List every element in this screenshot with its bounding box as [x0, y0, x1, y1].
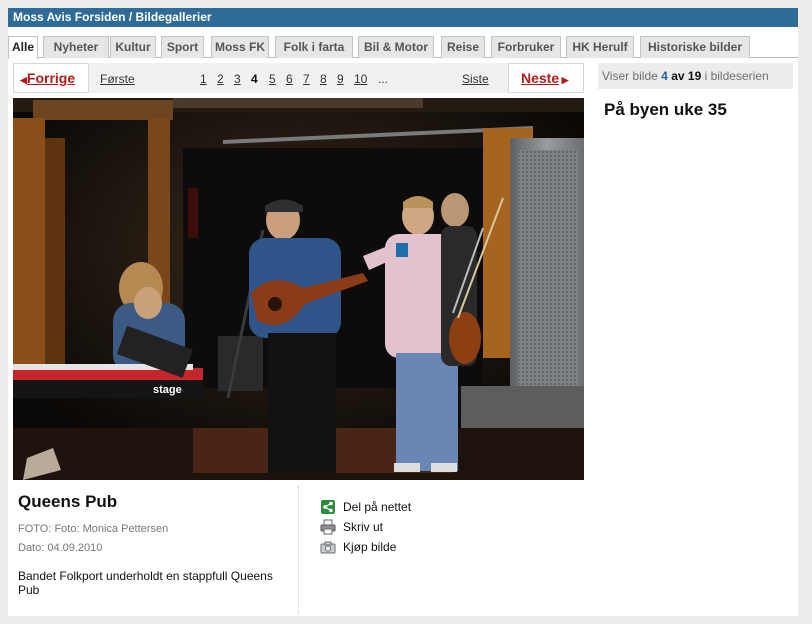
tab-nyheter[interactable]: Nyheter — [43, 36, 109, 58]
gallery-photo[interactable]: stage — [13, 98, 584, 480]
breadcrumb-home-link[interactable]: Moss Avis Forsiden — [13, 10, 125, 24]
arrow-right-icon: ▶ — [559, 75, 569, 85]
tab-historiske-bilder[interactable]: Historiske bilder — [640, 36, 750, 58]
page-link-5[interactable]: 5 — [269, 72, 276, 86]
counter-of: av — [671, 69, 685, 83]
gallery-frame: Moss Avis Forsiden / Bildegallerier Alle… — [8, 8, 798, 616]
page-current-4: 4 — [251, 72, 258, 86]
buy-photo-label: Kjøp bilde — [343, 540, 397, 554]
tab-hk-herulf[interactable]: HK Herulf — [566, 36, 634, 58]
previous-button[interactable]: ◀Forrige — [13, 63, 89, 93]
last-page-link[interactable]: Siste — [462, 72, 489, 86]
next-button[interactable]: Neste ▶ — [508, 63, 584, 93]
page-link-10[interactable]: 10 — [354, 72, 367, 86]
photo-date: Dato: 04.09.2010 — [18, 542, 103, 554]
printer-icon — [320, 519, 336, 535]
previous-label: Forrige — [26, 70, 76, 86]
band-photo-illustration: stage — [13, 98, 584, 480]
page-link-1[interactable]: 1 — [200, 72, 207, 86]
tab-bil-motor[interactable]: Bil & Motor — [358, 36, 434, 58]
share-online-label: Del på nettet — [343, 500, 412, 514]
counter-total: 19 — [687, 69, 702, 83]
image-counter: Viser bilde 4 av 19 i bildeserien — [598, 63, 793, 89]
page-link-9[interactable]: 9 — [337, 72, 344, 86]
page-link-3[interactable]: 3 — [234, 72, 241, 86]
buy-photo-icon — [320, 541, 336, 554]
tab-forbruker[interactable]: Forbruker — [491, 36, 561, 58]
next-label: Neste — [521, 70, 560, 86]
category-tabs: Alle Nyheter Kultur Sport Moss FK Folk i… — [8, 36, 798, 59]
pagination-ellipsis: ... — [378, 72, 389, 86]
page-link-6[interactable]: 6 — [286, 72, 293, 86]
arrow-left-icon: ◀ — [20, 75, 27, 85]
photo-title: Queens Pub — [18, 492, 118, 511]
page-link-7[interactable]: 7 — [303, 72, 310, 86]
breadcrumb-current[interactable]: Bildegallerier — [136, 10, 212, 24]
tab-alle[interactable]: Alle — [8, 36, 38, 59]
first-page-link[interactable]: Første — [100, 72, 135, 86]
counter-current: 4 — [661, 69, 668, 83]
counter-suffix: i bildeserien — [704, 69, 769, 83]
tab-kultur[interactable]: Kultur — [110, 36, 156, 58]
page-link-8[interactable]: 8 — [320, 72, 327, 86]
caption-divider — [298, 486, 299, 614]
pagination: ◀Forrige Første 1 2 3 4 5 6 7 8 9 10 ...… — [13, 63, 584, 93]
breadcrumb-separator: / — [125, 10, 136, 24]
counter-prefix: Viser bilde — [602, 69, 658, 83]
tab-reise[interactable]: Reise — [441, 36, 485, 58]
photo-description: Bandet Folkport underholdt en stappfull … — [18, 569, 273, 597]
series-title: På byen uke 35 — [604, 100, 727, 119]
print-label: Skriv ut — [343, 520, 384, 534]
tab-sport[interactable]: Sport — [161, 36, 204, 58]
breadcrumb: Moss Avis Forsiden / Bildegallerier — [8, 8, 798, 27]
keyboard-brand: stage — [153, 384, 182, 396]
share-icon — [321, 500, 335, 514]
page-link-2[interactable]: 2 — [217, 72, 224, 86]
tab-moss-fk[interactable]: Moss FK — [211, 36, 269, 58]
tab-folk-i-farta[interactable]: Folk i farta — [275, 36, 353, 58]
photo-credit: FOTO: Foto: Monica Pettersen — [18, 523, 169, 535]
